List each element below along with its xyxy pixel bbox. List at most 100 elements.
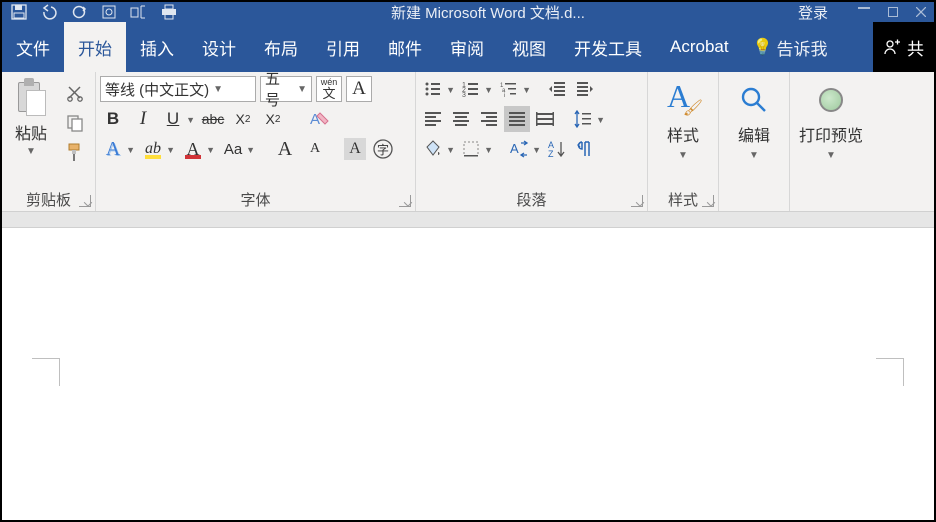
change-case-button[interactable]: Aa▼: [220, 136, 246, 162]
print-preview-button[interactable]: 打印预览 ▼: [794, 76, 868, 167]
save-icon[interactable]: [10, 3, 28, 21]
tab-references[interactable]: 引用: [312, 22, 374, 72]
grow-font-button[interactable]: A: [272, 136, 298, 162]
tab-developer[interactable]: 开发工具: [560, 22, 656, 72]
font-size-combo[interactable]: 五号▼: [260, 76, 312, 102]
svg-text:A: A: [310, 111, 320, 128]
find-icon: [736, 82, 772, 118]
subscript-button[interactable]: X2: [230, 106, 256, 132]
character-shading-button[interactable]: A: [344, 138, 366, 160]
touch-mode-icon[interactable]: [130, 3, 148, 21]
font-group-label: 字体: [240, 189, 270, 210]
svg-text:3: 3: [462, 92, 466, 97]
ribbon-tabs: 文件 开始 插入 设计 布局 引用 邮件 审阅 视图 开发工具 Acrobat …: [2, 22, 934, 72]
window-controls: [858, 7, 926, 17]
font-color-button[interactable]: A▼: [180, 136, 206, 162]
svg-text:i: i: [504, 93, 505, 97]
document-title: 新建 Microsoft Word 文档.d...: [178, 2, 798, 23]
tab-insert[interactable]: 插入: [126, 22, 188, 72]
page-corner-top-left: [32, 358, 60, 386]
group-edit: 编辑 ▼: [719, 72, 790, 211]
show-marks-button[interactable]: [572, 136, 598, 162]
tab-layout[interactable]: 布局: [250, 22, 312, 72]
copy-button[interactable]: [64, 112, 86, 134]
close-icon[interactable]: [916, 7, 926, 17]
paste-button[interactable]: 粘贴: [15, 120, 47, 144]
tell-me-label: 告诉我: [777, 35, 828, 60]
edit-label: 编辑: [738, 122, 770, 146]
format-painter-button[interactable]: [64, 142, 86, 164]
align-center-button[interactable]: [448, 106, 474, 132]
enclose-characters-button[interactable]: 字: [370, 136, 396, 162]
title-bar: 新建 Microsoft Word 文档.d... 登录: [2, 2, 934, 22]
line-spacing-button[interactable]: ▼: [570, 106, 596, 132]
login-link[interactable]: 登录: [798, 2, 828, 23]
preview-qat-icon[interactable]: [100, 3, 118, 21]
tab-acrobat[interactable]: Acrobat: [656, 22, 743, 72]
bold-button[interactable]: B: [100, 106, 126, 132]
distributed-button[interactable]: [532, 106, 558, 132]
paste-dropdown[interactable]: ▼: [26, 146, 36, 157]
shrink-font-button[interactable]: A: [302, 136, 328, 162]
ruler: [2, 212, 934, 228]
clear-formatting-button[interactable]: A: [306, 106, 332, 132]
brush-icon: 🖌: [683, 98, 703, 118]
group-clipboard: 粘贴 ▼ 剪贴板: [2, 72, 96, 211]
phonetic-guide-button[interactable]: wén 文: [316, 76, 342, 102]
paragraph-group-label: 段落: [516, 189, 546, 210]
align-left-button[interactable]: [420, 106, 446, 132]
multilevel-list-button[interactable]: 1ai▼: [496, 76, 522, 102]
cut-button[interactable]: [64, 82, 86, 104]
edit-button[interactable]: 编辑 ▼: [723, 76, 785, 167]
tab-home[interactable]: 开始: [64, 22, 126, 72]
tab-review[interactable]: 审阅: [436, 22, 498, 72]
group-styles: A🖌 样式 ▼ 样式: [648, 72, 719, 211]
share-button[interactable]: 共: [873, 22, 934, 72]
font-launcher[interactable]: [399, 195, 411, 207]
strikethrough-button[interactable]: abc: [200, 106, 226, 132]
ribbon: 粘贴 ▼ 剪贴板 等线 (中文正文)▼ 五号▼ wén 文 A: [2, 72, 934, 212]
tab-file[interactable]: 文件: [2, 22, 64, 72]
tell-me[interactable]: 💡 告诉我: [743, 22, 838, 72]
print-icon[interactable]: [160, 3, 178, 21]
clipboard-launcher[interactable]: [79, 195, 91, 207]
document-area[interactable]: [2, 228, 934, 520]
group-font: 等线 (中文正文)▼ 五号▼ wén 文 A B I U▼ abc X2 X2 …: [96, 72, 416, 211]
text-direction-button[interactable]: A▼: [506, 136, 532, 162]
italic-button[interactable]: I: [130, 106, 156, 132]
restore-icon[interactable]: [888, 7, 898, 17]
text-effects-button[interactable]: A▼: [100, 136, 126, 162]
undo-icon[interactable]: [40, 3, 58, 21]
sort-button[interactable]: AZ: [544, 136, 570, 162]
quick-access-toolbar: [10, 3, 178, 21]
highlight-button[interactable]: ab▼: [140, 136, 166, 162]
numbering-button[interactable]: 123▼: [458, 76, 484, 102]
paragraph-launcher[interactable]: [631, 195, 643, 207]
paste-icon[interactable]: [14, 78, 48, 118]
borders-button[interactable]: ▼: [458, 136, 484, 162]
tab-design[interactable]: 设计: [188, 22, 250, 72]
redo-icon[interactable]: [70, 3, 88, 21]
share-label: 共: [907, 35, 924, 60]
styles-button[interactable]: A🖌 样式 ▼: [652, 76, 714, 167]
increase-indent-button[interactable]: [572, 76, 598, 102]
decrease-indent-button[interactable]: [544, 76, 570, 102]
font-name-value: 等线 (中文正文): [105, 79, 209, 100]
superscript-button[interactable]: X2: [260, 106, 286, 132]
share-person-icon: [883, 38, 901, 56]
character-border-button[interactable]: A: [346, 76, 372, 102]
tab-view[interactable]: 视图: [498, 22, 560, 72]
tab-mailings[interactable]: 邮件: [374, 22, 436, 72]
svg-text:Z: Z: [548, 149, 554, 158]
print-preview-label: 打印预览: [799, 122, 863, 146]
preview-sphere-icon: [819, 88, 843, 112]
styles-group-label: 样式: [668, 189, 698, 210]
minimize-icon[interactable]: [858, 7, 870, 9]
underline-button[interactable]: U▼: [160, 106, 186, 132]
font-name-combo[interactable]: 等线 (中文正文)▼: [100, 76, 256, 102]
styles-launcher[interactable]: [702, 195, 714, 207]
align-right-button[interactable]: [476, 106, 502, 132]
justify-button[interactable]: [504, 106, 530, 132]
shading-button[interactable]: ▼: [420, 136, 446, 162]
bullets-button[interactable]: ▼: [420, 76, 446, 102]
